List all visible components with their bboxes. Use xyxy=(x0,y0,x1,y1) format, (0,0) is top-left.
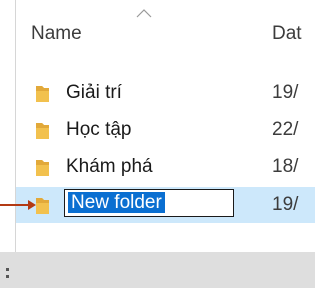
folder-icon xyxy=(36,123,49,139)
file-date: 22/ xyxy=(272,119,299,140)
status-bar xyxy=(0,252,315,288)
folder-icon xyxy=(36,198,49,214)
list-item[interactable]: Giải trí 19/ xyxy=(16,75,315,111)
list-item[interactable]: Học tập 22/ xyxy=(16,112,315,148)
name-column-header[interactable]: Name xyxy=(31,23,82,45)
rename-input[interactable]: New folder xyxy=(64,189,234,217)
file-name: Khám phá xyxy=(66,156,153,177)
file-date: 19/ xyxy=(272,82,299,103)
rename-selected-text: New folder xyxy=(68,192,165,213)
pointer-arrow-icon xyxy=(28,200,36,210)
sort-up-chevron-icon xyxy=(136,9,152,18)
file-name: Học tập xyxy=(66,119,132,140)
file-date: 19/ xyxy=(272,194,299,215)
file-date: 18/ xyxy=(272,156,299,177)
folder-icon xyxy=(36,86,49,102)
date-column-header[interactable]: Dat xyxy=(272,23,302,45)
resize-grip-icon[interactable] xyxy=(6,268,9,278)
pointer-arrow-line xyxy=(0,204,28,206)
list-item[interactable]: Khám phá 18/ xyxy=(16,149,315,185)
folder-icon xyxy=(36,160,49,176)
list-item-selected[interactable]: New folder 19/ xyxy=(16,187,315,223)
file-name: Giải trí xyxy=(66,82,122,103)
